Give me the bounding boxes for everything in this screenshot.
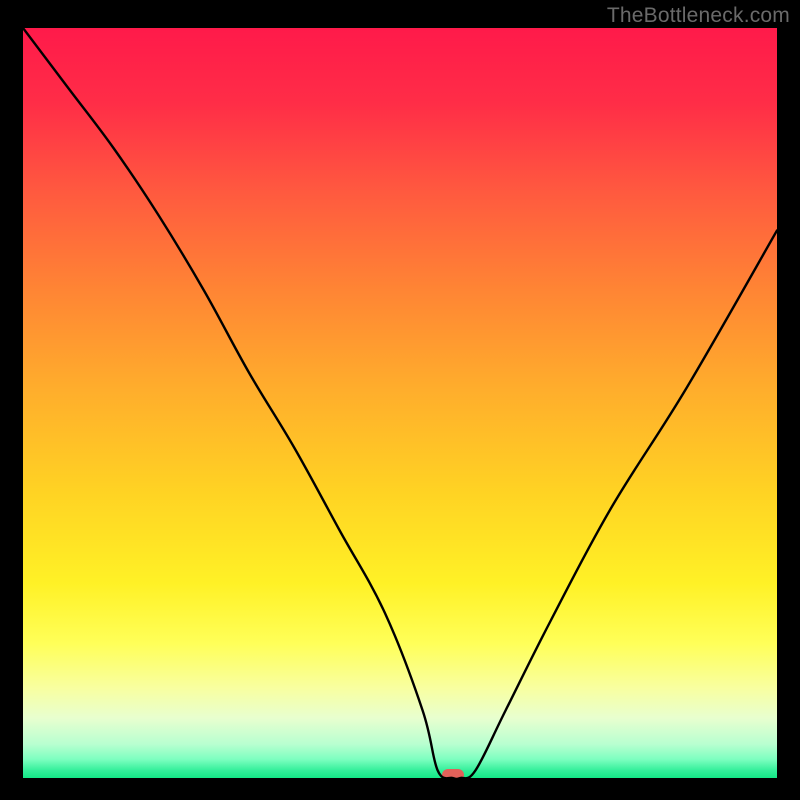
chart-frame: TheBottleneck.com — [0, 0, 800, 800]
bottleneck-curve — [23, 28, 777, 778]
watermark-label: TheBottleneck.com — [607, 4, 790, 28]
plot-area — [23, 28, 777, 778]
